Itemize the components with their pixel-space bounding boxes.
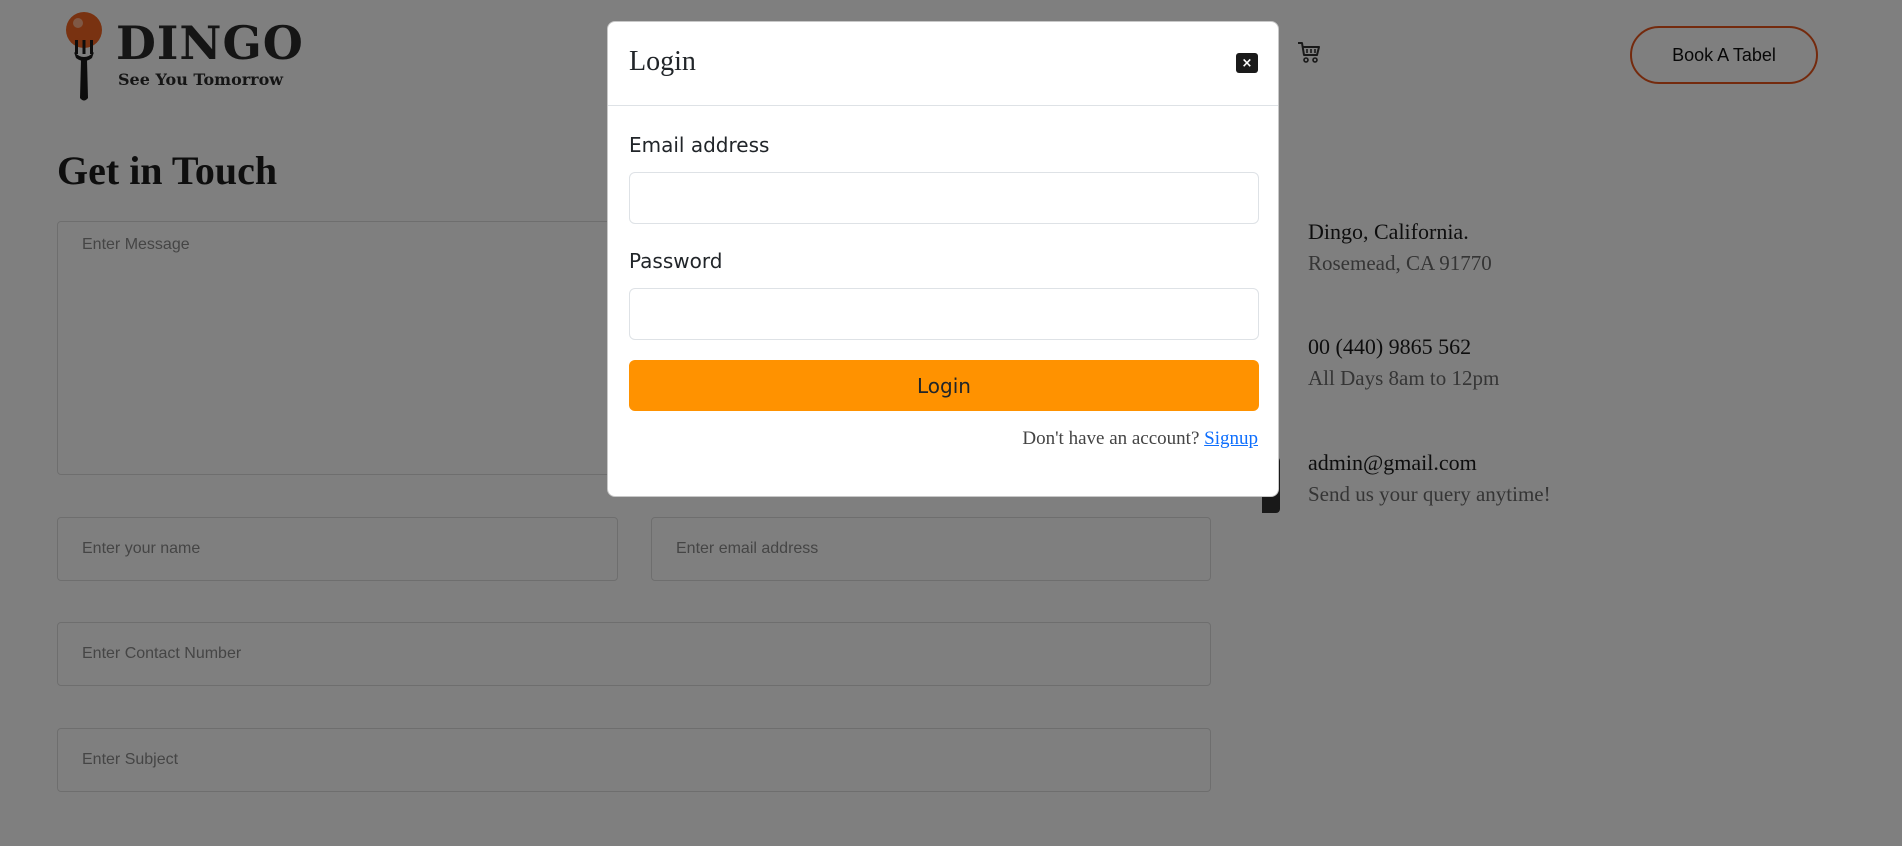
login-button[interactable]: Login xyxy=(629,360,1259,411)
email-field[interactable] xyxy=(629,172,1259,224)
signup-prompt: Don't have an account? xyxy=(1022,428,1200,449)
close-icon[interactable]: × xyxy=(1236,53,1258,73)
signup-prompt-row: Don't have an account? Signup xyxy=(1022,428,1258,450)
password-field[interactable] xyxy=(629,288,1259,340)
modal-header: Login × xyxy=(608,22,1278,106)
password-label: Password xyxy=(629,249,723,273)
email-label: Email address xyxy=(629,133,770,157)
login-modal: Login × Email address Password Login Don… xyxy=(607,21,1279,497)
signup-link[interactable]: Signup xyxy=(1204,428,1258,449)
modal-title: Login xyxy=(629,46,696,77)
